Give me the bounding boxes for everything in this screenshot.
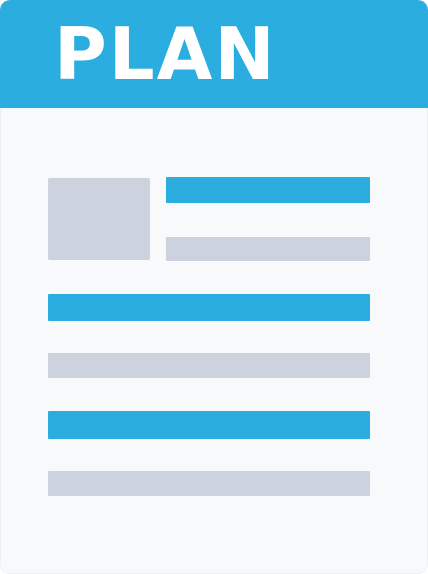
text-line-accent bbox=[48, 294, 370, 321]
plan-document-icon: PLAN bbox=[0, 0, 428, 574]
subheading-line bbox=[166, 237, 370, 261]
document-header-band: PLAN bbox=[0, 0, 428, 108]
text-line-accent bbox=[48, 411, 370, 439]
heading-line bbox=[166, 177, 370, 203]
text-line-muted bbox=[48, 353, 370, 378]
image-placeholder bbox=[48, 178, 150, 260]
text-line-muted bbox=[48, 471, 370, 496]
document-title: PLAN bbox=[54, 12, 277, 96]
